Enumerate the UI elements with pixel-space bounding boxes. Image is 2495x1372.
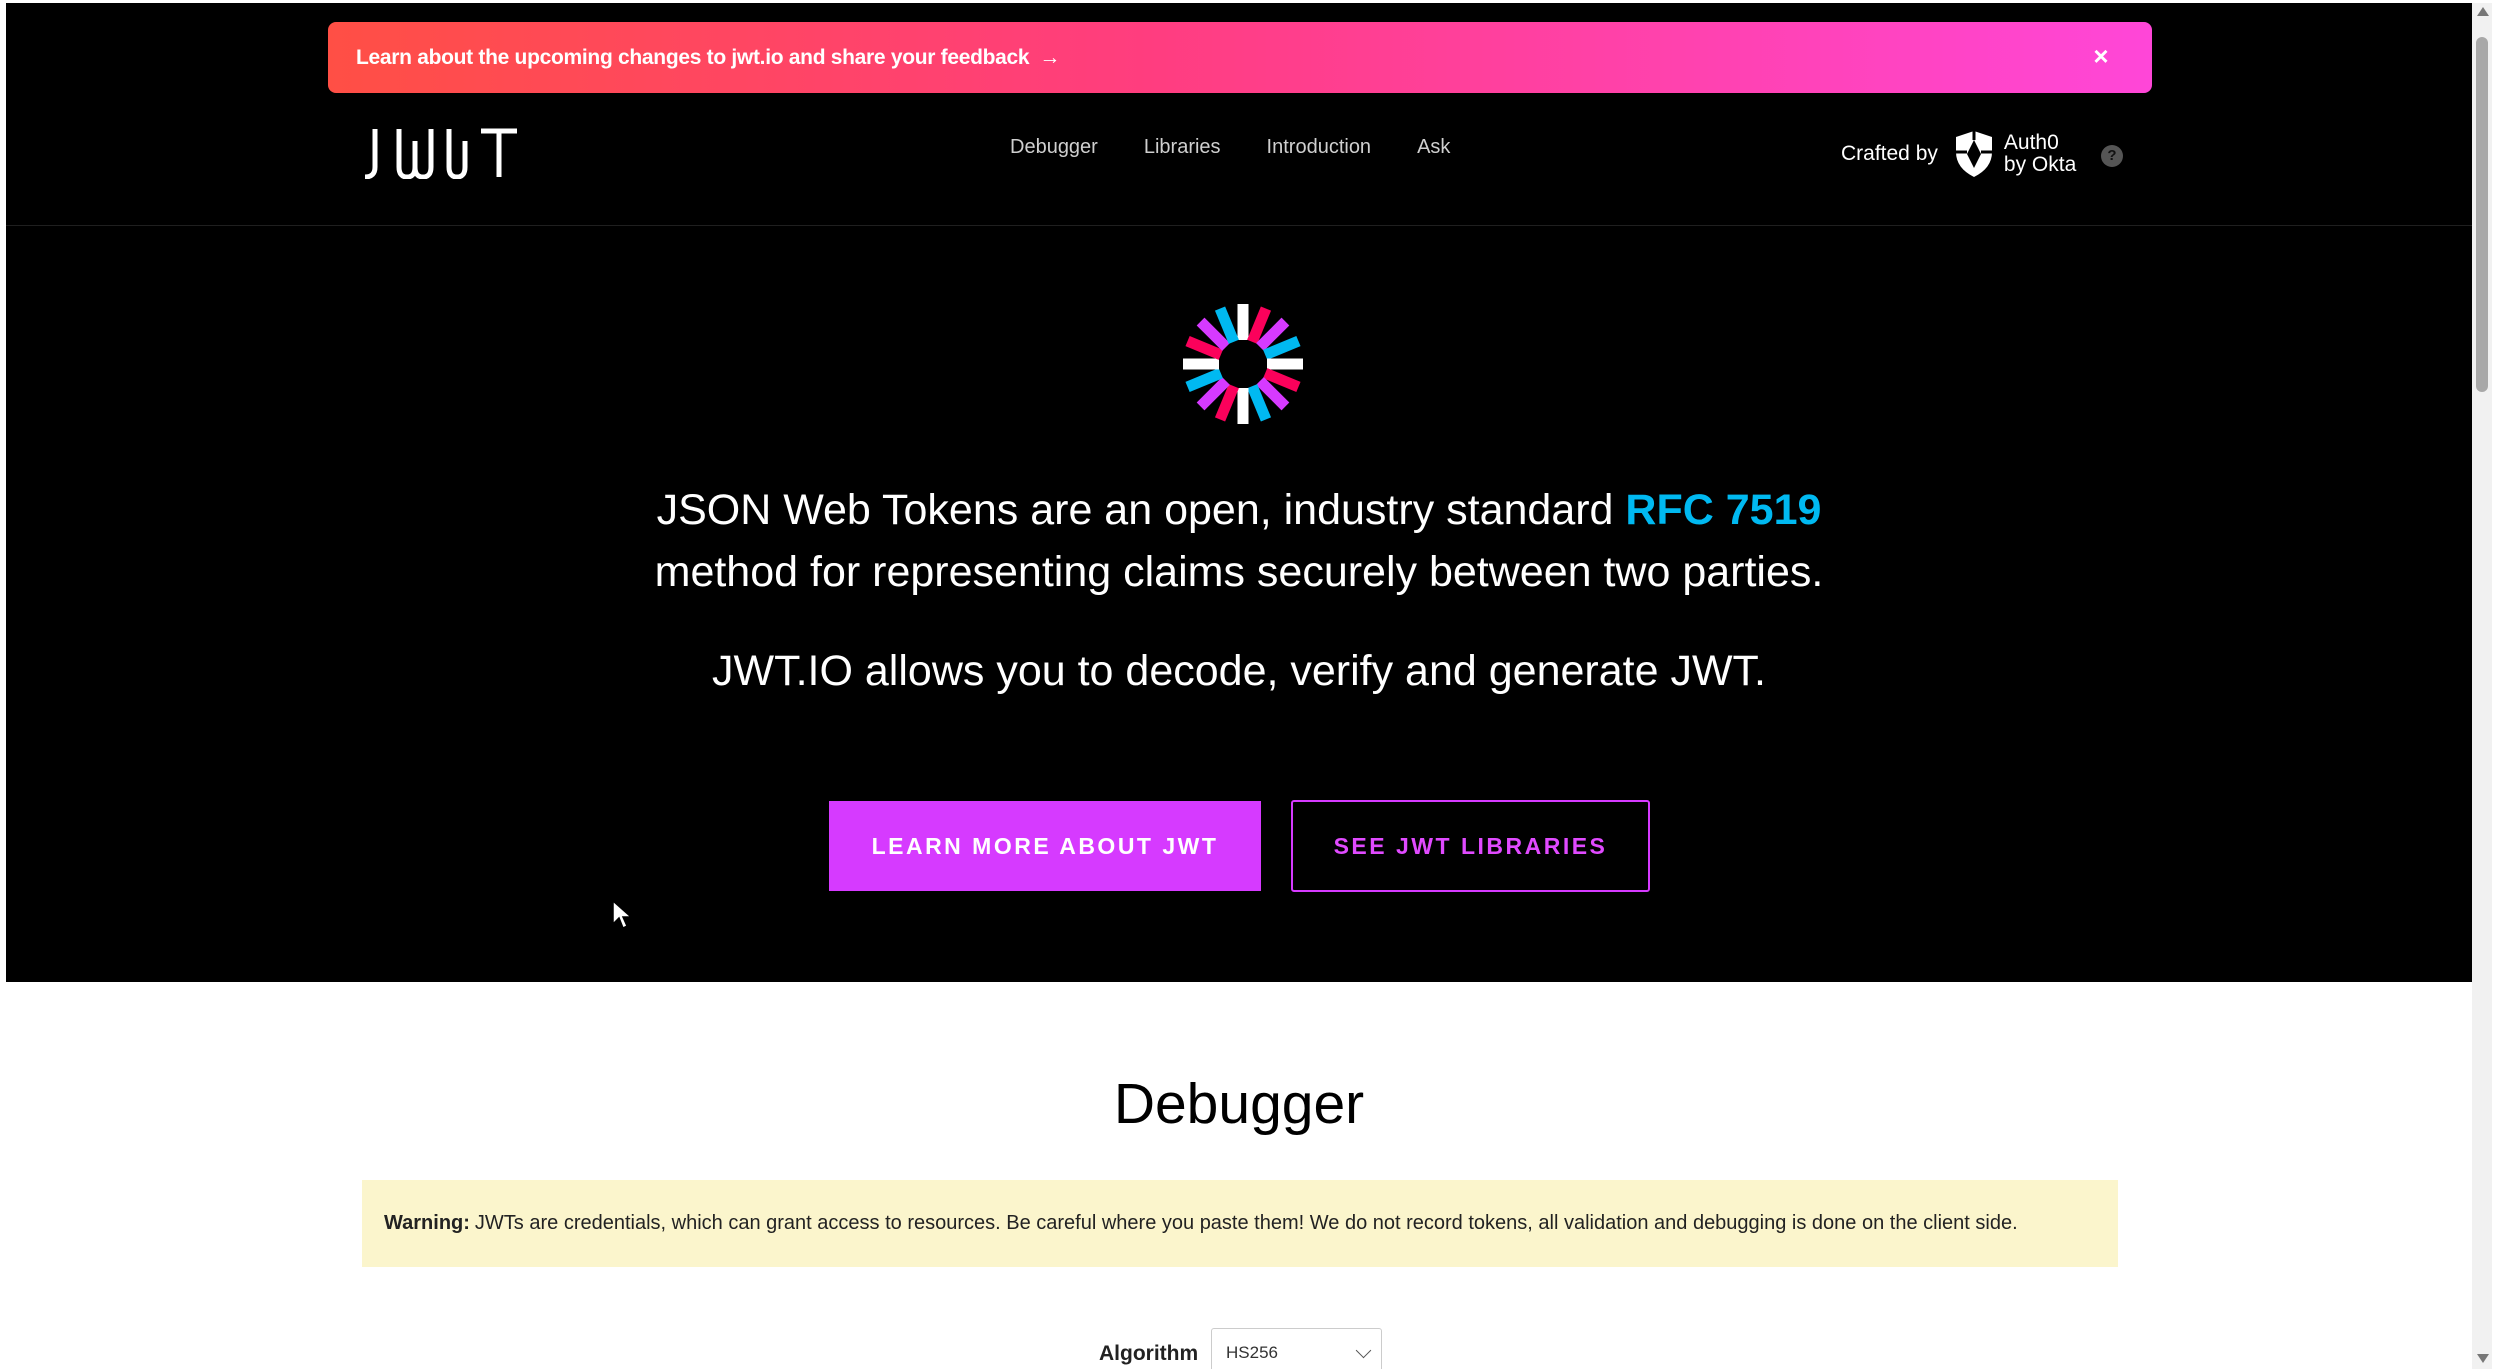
hero-headline-end: method for representing claims securely … — [655, 548, 1824, 596]
banner-text[interactable]: Learn about the upcoming changes to jwt.… — [356, 46, 1030, 70]
auth0-okta: by Okta — [2003, 153, 2077, 176]
scroll-up-arrow-icon[interactable] — [2477, 7, 2489, 16]
hero-section: Learn about the upcoming changes to jwt.… — [6, 3, 2472, 982]
chevron-down-icon — [1355, 1342, 1372, 1359]
warning-label: Warning: — [384, 1212, 470, 1234]
mouse-pointer-icon — [612, 900, 632, 930]
jwt-logo[interactable] — [361, 127, 521, 179]
auth0-link[interactable]: Auth0 by Okta — [1954, 130, 2076, 178]
pinwheel-blade — [1183, 358, 1219, 370]
header-divider — [6, 225, 2472, 226]
pinwheel-blade — [1237, 388, 1249, 424]
feedback-banner[interactable]: Learn about the upcoming changes to jwt.… — [328, 22, 2152, 93]
pinwheel-blade — [1267, 358, 1303, 370]
arrow-right-icon: → — [1039, 45, 1061, 69]
crafted-by-label: Crafted by — [1841, 142, 1938, 165]
auth0-name: Auth0 — [2003, 131, 2059, 154]
nav-introduction[interactable]: Introduction — [1267, 136, 1372, 159]
scrollbar-thumb[interactable] — [2476, 37, 2488, 392]
browser-viewport: Learn about the upcoming changes to jwt.… — [6, 3, 2472, 1369]
algorithm-label: Algorithm — [1099, 1342, 1199, 1365]
algorithm-value: HS256 — [1226, 1343, 1278, 1362]
rfc-7519-link[interactable]: RFC 7519 — [1625, 486, 1821, 534]
hero-subheadline: JWT.IO allows you to decode, verify and … — [712, 647, 1766, 695]
scroll-down-arrow-icon[interactable] — [2477, 1354, 2489, 1363]
see-libraries-button[interactable]: SEE JWT LIBRARIES — [1291, 800, 1650, 892]
warning-text: JWTs are credentials, which can grant ac… — [474, 1212, 2018, 1234]
warning-notice: Warning: JWTs are credentials, which can… — [362, 1180, 2118, 1267]
hero-headline-start: JSON Web Tokens are an open, industry st… — [656, 486, 1626, 534]
nav-ask[interactable]: Ask — [1417, 136, 1450, 159]
pinwheel-blade — [1237, 304, 1249, 340]
debugger-title: Debugger — [1113, 1072, 1365, 1136]
close-icon[interactable]: × — [2086, 41, 2116, 71]
vertical-scrollbar[interactable] — [2472, 3, 2492, 1369]
hero-headline: JSON Web Tokens are an open, industry st… — [6, 479, 2472, 603]
main-nav: Debugger Libraries Introduction Ask — [1010, 136, 1450, 159]
jwt-pinwheel-logo — [1183, 304, 1303, 424]
nav-debugger[interactable]: Debugger — [1010, 136, 1098, 159]
auth0-shield-icon — [1955, 131, 1992, 177]
nav-libraries[interactable]: Libraries — [1144, 136, 1221, 159]
learn-more-button[interactable]: LEARN MORE ABOUT JWT — [829, 801, 1261, 891]
algorithm-select[interactable]: HS256 — [1211, 1328, 1382, 1369]
help-circle-icon[interactable]: ? — [2101, 145, 2123, 167]
crafted-by: Crafted by Auth0 by Okta — [1841, 130, 2076, 178]
hero-headline-end-text: method for representing claims securely … — [654, 548, 1824, 596]
